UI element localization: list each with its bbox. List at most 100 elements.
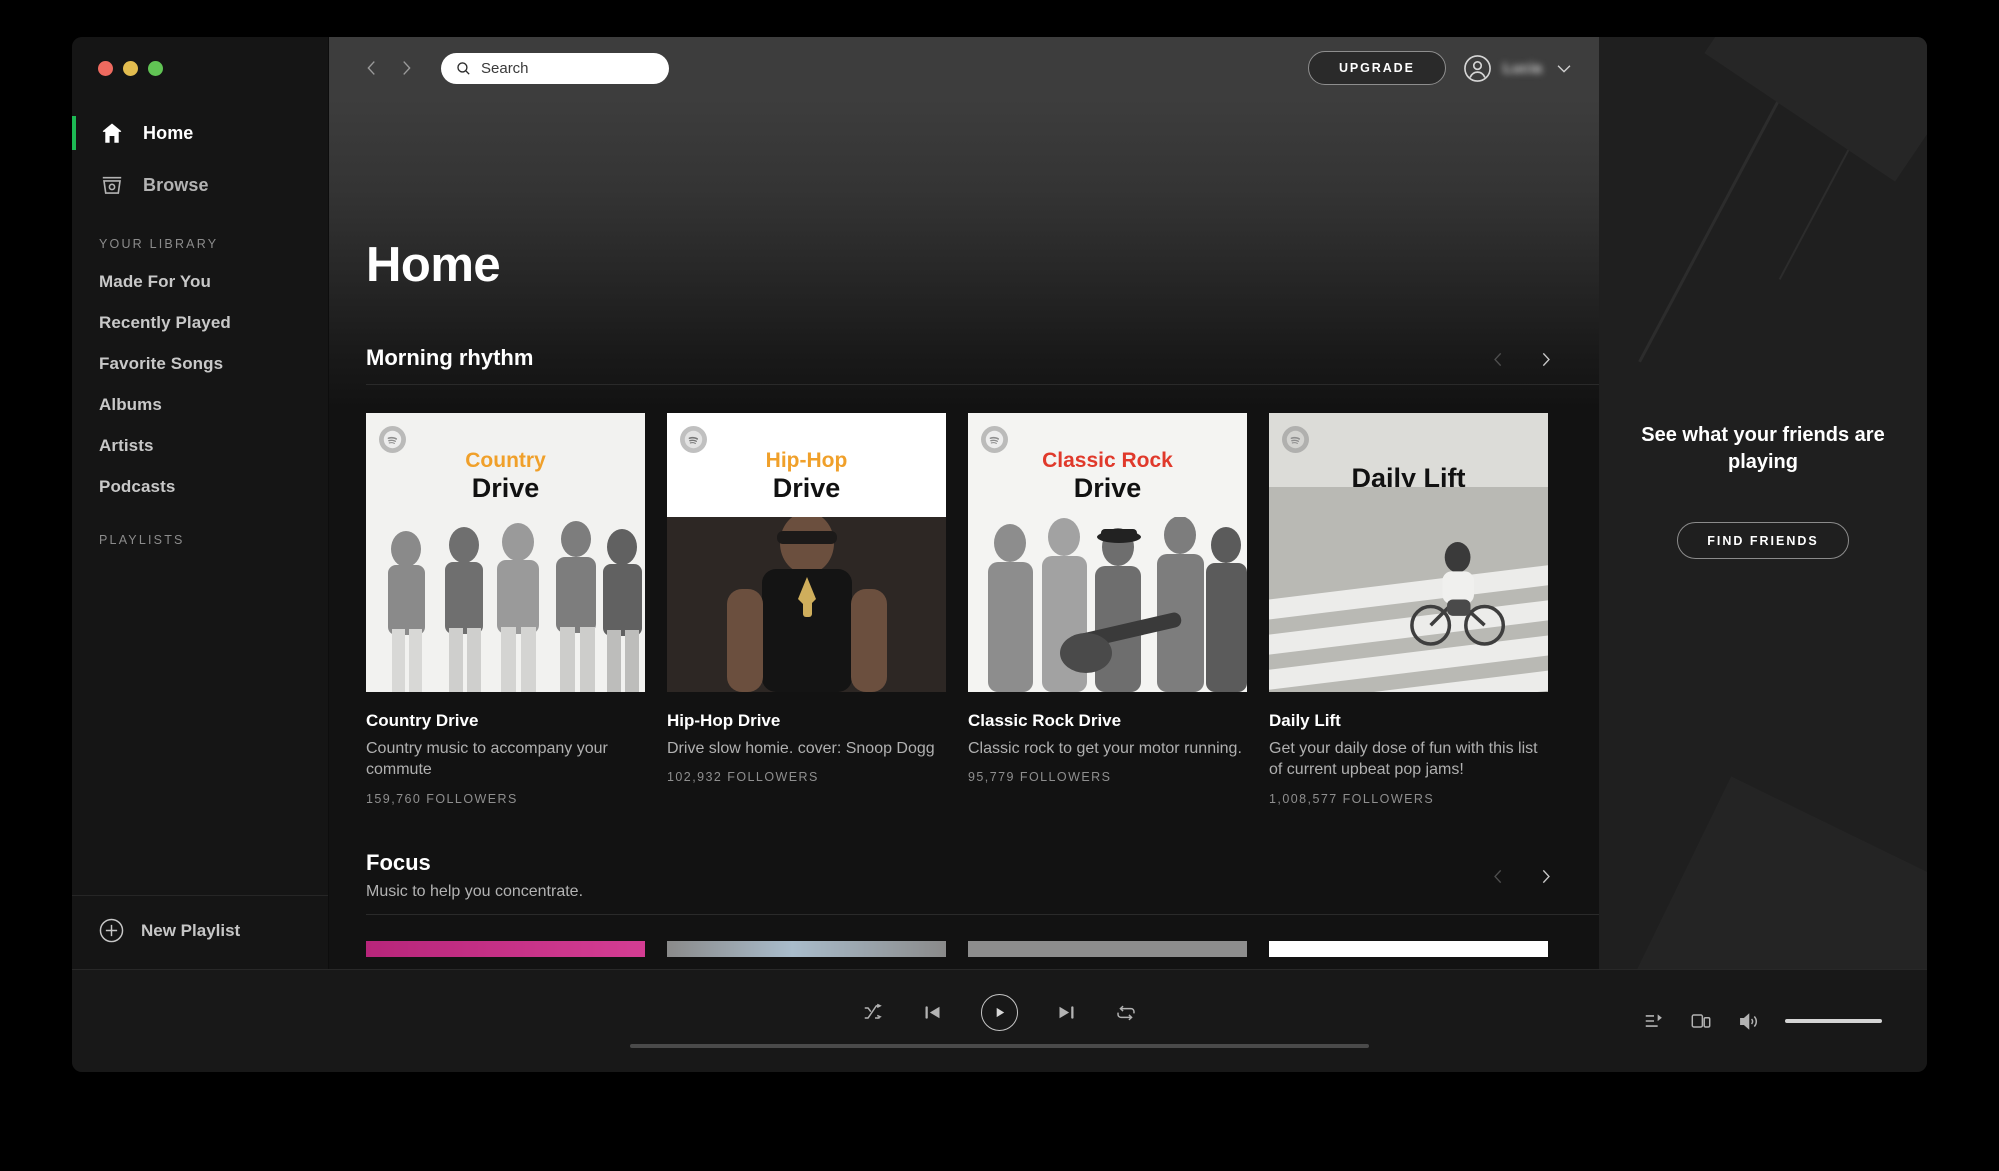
- search-placeholder: Search: [481, 59, 529, 77]
- shelf-header: Focus Music to help you concentrate.: [366, 850, 1599, 915]
- sidebar-item-made-for-you[interactable]: Made For You: [72, 261, 328, 302]
- playlists-heading: PLAYLISTS: [99, 533, 185, 547]
- cover-art-main: Drive: [471, 472, 540, 503]
- shuffle-icon[interactable]: [862, 1002, 884, 1024]
- shelf-subtitle: Music to help you concentrate.: [366, 882, 584, 900]
- top-bar: Search UPGRADE Lucia: [329, 37, 1599, 99]
- cover-art-photo: [988, 517, 1247, 692]
- user-avatar-icon: [1463, 54, 1492, 83]
- friend-panel-title: See what your friends are playing: [1641, 424, 1885, 473]
- playlist-description: Get your daily dose of fun with this lis…: [1269, 740, 1538, 779]
- sidebar-item-podcasts[interactable]: Podcasts: [72, 466, 328, 507]
- playlist-followers: 159,760 FOLLOWERS: [366, 791, 518, 806]
- close-window-button[interactable]: [98, 60, 113, 76]
- playlist-card[interactable]: [1269, 940, 1548, 957]
- library-list: Made For You Recently Played Favorite So…: [72, 261, 328, 507]
- cover-art-text: Country Drive: [366, 449, 645, 503]
- playlist-card[interactable]: Hip-Hop Drive Hip-Hop Drive Drive slow h…: [667, 413, 946, 806]
- card-row: [366, 915, 1599, 957]
- play-button[interactable]: [981, 994, 1018, 1031]
- main-column: Search UPGRADE Lucia Home Morning rhythm…: [329, 37, 1599, 969]
- upgrade-button[interactable]: UPGRADE: [1308, 51, 1446, 85]
- sidebar: Home Browse YOUR LIBRARY Made For You Re…: [72, 37, 329, 969]
- sidebar-item-favorite-songs[interactable]: Favorite Songs: [72, 343, 328, 384]
- back-button[interactable]: [355, 51, 389, 85]
- carousel-next-button[interactable]: [1535, 349, 1556, 370]
- playlist-card[interactable]: [667, 940, 946, 957]
- page-title: Home: [366, 238, 501, 292]
- playlist-cover-art[interactable]: Classic Rock Drive: [968, 413, 1247, 692]
- playlists-list: [72, 557, 328, 895]
- playlist-description: Country music to accompany your commute: [366, 740, 608, 779]
- playlist-description: Classic rock to get your motor running.: [968, 740, 1242, 757]
- playlist-followers: 1,008,577 FOLLOWERS: [1269, 791, 1435, 806]
- playlist-card[interactable]: Country Drive Country Drive Country musi…: [366, 413, 645, 806]
- chevron-down-icon[interactable]: [1553, 57, 1575, 79]
- spotify-logo-icon: [1282, 426, 1309, 453]
- playback-progress-bar[interactable]: [630, 1044, 1369, 1048]
- library-heading: YOUR LIBRARY: [99, 237, 219, 251]
- find-friends-button[interactable]: FIND FRIENDS: [1677, 522, 1849, 560]
- shelf-title: Focus: [366, 849, 431, 875]
- carousel-prev-button[interactable]: [1488, 866, 1509, 887]
- sidebar-item-home[interactable]: Home: [72, 107, 328, 159]
- browse-icon: [99, 172, 125, 198]
- sidebar-item-artists[interactable]: Artists: [72, 425, 328, 466]
- playlist-card[interactable]: Daily Lift Daily Lift Get your daily dos…: [1269, 413, 1548, 806]
- forward-button[interactable]: [389, 51, 423, 85]
- playlist-cover-art[interactable]: Daily Lift: [1269, 413, 1548, 692]
- minimize-window-button[interactable]: [123, 60, 138, 76]
- cover-art-kicker: Country: [465, 449, 546, 472]
- user-menu[interactable]: Lucia: [1463, 54, 1575, 83]
- playlist-card[interactable]: [968, 940, 1247, 957]
- shelf-title: Morning rhythm: [366, 345, 534, 370]
- playlist-followers: 102,932 FOLLOWERS: [667, 770, 819, 785]
- playlist-followers: 95,779 FOLLOWERS: [968, 770, 1112, 785]
- sidebar-item-browse-label: Browse: [143, 174, 209, 195]
- repeat-icon[interactable]: [1115, 1002, 1137, 1024]
- playlist-card[interactable]: Classic Rock Drive Classic Rock Drive Cl…: [968, 413, 1247, 806]
- search-icon: [455, 60, 472, 77]
- spotify-window: Home Browse YOUR LIBRARY Made For You Re…: [72, 37, 1927, 1072]
- playlist-title: Classic Rock Drive: [968, 711, 1122, 730]
- sidebar-item-recently-played[interactable]: Recently Played: [72, 302, 328, 343]
- cover-art-photo: [667, 517, 946, 692]
- new-playlist-button[interactable]: New Playlist: [72, 918, 328, 943]
- next-track-icon[interactable]: [1056, 1002, 1077, 1023]
- playlist-cover-art[interactable]: Country Drive: [366, 413, 645, 692]
- previous-track-icon[interactable]: [922, 1002, 943, 1023]
- cover-art-main: Drive: [772, 472, 841, 503]
- cover-art-kicker: Hip-Hop: [765, 449, 848, 472]
- carousel-prev-button[interactable]: [1488, 349, 1509, 370]
- playlist-card[interactable]: [366, 940, 645, 957]
- content-scroll-area[interactable]: Home Morning rhythm Country Drive Countr…: [329, 99, 1599, 969]
- shelf-focus: Focus Music to help you concentrate.: [329, 850, 1599, 957]
- transport-controls: [862, 994, 1137, 1031]
- sidebar-item-albums[interactable]: Albums: [72, 384, 328, 425]
- playlist-cover-art[interactable]: Hip-Hop Drive: [667, 413, 946, 692]
- cover-art-text: Classic Rock Drive: [968, 449, 1247, 503]
- player-transport-area: [72, 994, 1927, 1048]
- window-body: Home Browse YOUR LIBRARY Made For You Re…: [72, 37, 1927, 969]
- playlist-title: Hip-Hop Drive: [667, 711, 781, 730]
- cover-art-kicker: Classic Rock: [1042, 449, 1173, 472]
- shelf-arrows: [1488, 345, 1556, 370]
- shelf-morning-rhythm: Morning rhythm Country Drive Country Dri…: [329, 345, 1599, 806]
- decorative-streak: [1704, 37, 1927, 182]
- friend-activity-panel: See what your friends are playing FIND F…: [1599, 37, 1927, 969]
- search-input[interactable]: Search: [441, 52, 669, 84]
- shelf-header: Morning rhythm: [366, 345, 1599, 385]
- carousel-next-button[interactable]: [1535, 866, 1556, 887]
- new-playlist-section: New Playlist: [72, 895, 328, 969]
- primary-navigation: Home Browse: [72, 99, 328, 211]
- player-bar: [72, 969, 1927, 1072]
- sidebar-item-browse[interactable]: Browse: [72, 159, 328, 211]
- maximize-window-button[interactable]: [148, 60, 163, 76]
- playlist-title: Daily Lift: [1269, 711, 1341, 730]
- plus-circle-icon: [99, 918, 124, 943]
- playlist-title: Country Drive: [366, 711, 479, 730]
- new-playlist-label: New Playlist: [141, 920, 241, 940]
- window-traffic-lights: [72, 37, 328, 99]
- home-icon: [99, 120, 125, 146]
- decorative-streak: [1617, 776, 1927, 969]
